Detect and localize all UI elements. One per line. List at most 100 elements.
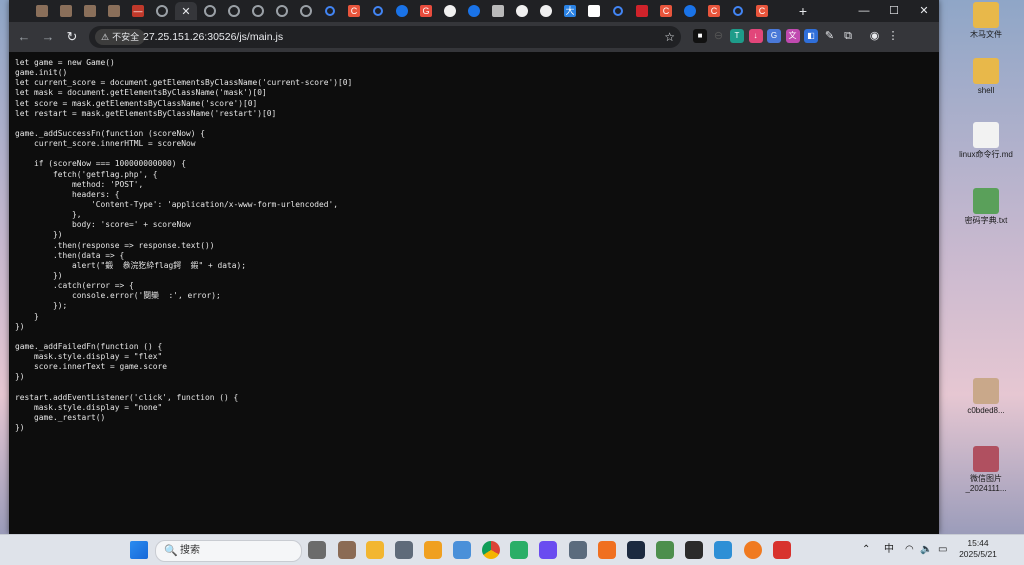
wifi-icon[interactable]: ◠ xyxy=(905,535,914,565)
browser-tab[interactable]: G xyxy=(415,2,437,20)
browser-tab[interactable] xyxy=(511,2,533,20)
browser-tab[interactable] xyxy=(391,2,413,20)
desktop-icon[interactable]: 木马文件 xyxy=(958,2,1014,40)
reload-button[interactable]: ↻ xyxy=(63,28,81,46)
menu-icon[interactable]: ⋮ xyxy=(886,29,900,43)
ext-t-icon[interactable]: T xyxy=(730,29,744,43)
ext-blue-icon[interactable]: ◧ xyxy=(804,29,818,43)
desktop-icon[interactable]: shell xyxy=(958,58,1014,96)
warning-icon: ⚠ xyxy=(101,32,110,42)
start-icon[interactable] xyxy=(130,541,148,559)
browser-tab[interactable] xyxy=(727,2,749,20)
browser-tab[interactable]: C xyxy=(343,2,365,20)
chrome-icon[interactable] xyxy=(482,541,500,559)
ext-pink-icon[interactable]: 文 xyxy=(785,29,800,43)
browser-tab[interactable] xyxy=(319,2,341,20)
browser-tab[interactable]: C xyxy=(703,2,725,20)
desktop-icon[interactable]: c0bded8... xyxy=(958,378,1014,416)
code-line: }) xyxy=(15,423,25,433)
profile-icon[interactable]: ◉ xyxy=(868,29,882,43)
search-icon xyxy=(613,6,623,16)
battery-icon[interactable]: ▭ xyxy=(938,535,947,565)
code-line: }) xyxy=(15,321,25,331)
forward-button[interactable]: → xyxy=(39,28,57,46)
browser-tab[interactable]: — xyxy=(127,2,149,20)
browser-tab[interactable] xyxy=(151,2,173,20)
desktop-icon[interactable]: linux命令行.md xyxy=(958,122,1014,160)
volume-icon[interactable]: 🔈 xyxy=(920,535,932,565)
code-line: let current_score = document.getElements… xyxy=(15,78,353,88)
browser-tab[interactable] xyxy=(535,2,557,20)
avatar-app-icon[interactable] xyxy=(338,541,356,559)
ext-download-icon[interactable]: ↓ xyxy=(748,29,763,43)
browser-tab[interactable]: C xyxy=(751,2,773,20)
tray-overflow-icon[interactable]: ⌃ xyxy=(862,535,870,565)
browser-tab[interactable] xyxy=(463,2,485,20)
browser-tab[interactable] xyxy=(271,2,293,20)
browser-tab[interactable]: C xyxy=(655,2,677,20)
browser-tab[interactable] xyxy=(31,2,53,20)
file-icon xyxy=(973,2,999,28)
browser-tab[interactable] xyxy=(367,2,389,20)
dark-app-icon[interactable] xyxy=(627,541,645,559)
browser-tab[interactable]: 大 xyxy=(559,2,581,20)
screenshot-app-icon[interactable] xyxy=(569,541,587,559)
minimize-button[interactable]: — xyxy=(849,0,879,22)
url-text[interactable]: 27.25.151.26:30526/js/main.js xyxy=(143,26,283,48)
address-bar[interactable]: ⚠ 不安全 27.25.151.26:30526/js/main.js ☆ xyxy=(89,26,681,48)
csdn-icon: C xyxy=(660,5,672,17)
network-app-icon[interactable] xyxy=(453,541,471,559)
browser-tab[interactable]: G xyxy=(583,2,605,20)
firefox-icon[interactable] xyxy=(744,541,762,559)
maximize-button[interactable]: ☐ xyxy=(879,0,909,22)
extensions-icon[interactable]: ⧉ xyxy=(841,29,855,43)
g-icon: G xyxy=(420,5,432,17)
browser-tab[interactable] xyxy=(103,2,125,20)
wps-icon[interactable] xyxy=(773,541,791,559)
new-tab-button[interactable]: + xyxy=(794,2,812,20)
browser-tab[interactable] xyxy=(79,2,101,20)
ext-translate-icon[interactable]: G xyxy=(767,29,781,43)
security-badge[interactable]: ⚠ 不安全 xyxy=(95,29,146,45)
ext-dark-icon[interactable]: ■ xyxy=(693,29,707,43)
tab-close-icon[interactable]: ✕ xyxy=(181,5,190,18)
back-button[interactable]: ← xyxy=(15,28,33,46)
desktop-icon[interactable]: 密码字典.txt xyxy=(958,188,1014,226)
browser-tab[interactable] xyxy=(487,2,509,20)
terminal-icon[interactable] xyxy=(685,541,703,559)
ext-pen-icon[interactable]: ✎ xyxy=(823,29,837,43)
browser-tab[interactable] xyxy=(631,2,653,20)
clock-time: 15:44 xyxy=(967,538,989,548)
desktop-icon-label: 木马文件 xyxy=(970,30,1002,39)
browser-tab[interactable] xyxy=(55,2,77,20)
browser-tab[interactable]: ✕ xyxy=(175,2,197,20)
browser-tab[interactable] xyxy=(607,2,629,20)
bookmark-star-icon[interactable]: ☆ xyxy=(664,26,675,48)
burp-icon[interactable] xyxy=(598,541,616,559)
close-window-button[interactable]: ✕ xyxy=(909,0,939,22)
settings-icon[interactable] xyxy=(395,541,413,559)
browser-tab[interactable] xyxy=(247,2,269,20)
desktop-icon[interactable]: 微信图片_2024111... xyxy=(958,446,1014,494)
browser-tab[interactable] xyxy=(295,2,317,20)
system-clock[interactable]: 15:44 2025/5/21 xyxy=(956,538,1000,560)
image-app-icon[interactable] xyxy=(656,541,674,559)
notes-app-icon[interactable] xyxy=(714,541,732,559)
github-icon xyxy=(516,5,528,17)
bolt-app-icon[interactable] xyxy=(539,541,557,559)
browser-tab[interactable] xyxy=(223,2,245,20)
taskbar-search[interactable]: 🔍 搜索 xyxy=(155,540,302,562)
task-view-icon[interactable] xyxy=(308,541,326,559)
browser-tab[interactable] xyxy=(439,2,461,20)
wechat-icon[interactable] xyxy=(510,541,528,559)
code-line: score.innerText = game.score xyxy=(15,362,168,372)
browser-tab[interactable] xyxy=(199,2,221,20)
code-line: restart.addEventListener('click', functi… xyxy=(15,392,239,402)
ext-minus-icon[interactable]: ⊖ xyxy=(712,29,726,43)
github-icon xyxy=(444,5,456,17)
file-explorer-icon[interactable] xyxy=(366,541,384,559)
code-line: game._addFailedFn(function () { xyxy=(15,341,163,351)
ime-indicator[interactable]: 中 xyxy=(884,535,894,565)
browser-tab[interactable] xyxy=(679,2,701,20)
shield-app-icon[interactable] xyxy=(424,541,442,559)
